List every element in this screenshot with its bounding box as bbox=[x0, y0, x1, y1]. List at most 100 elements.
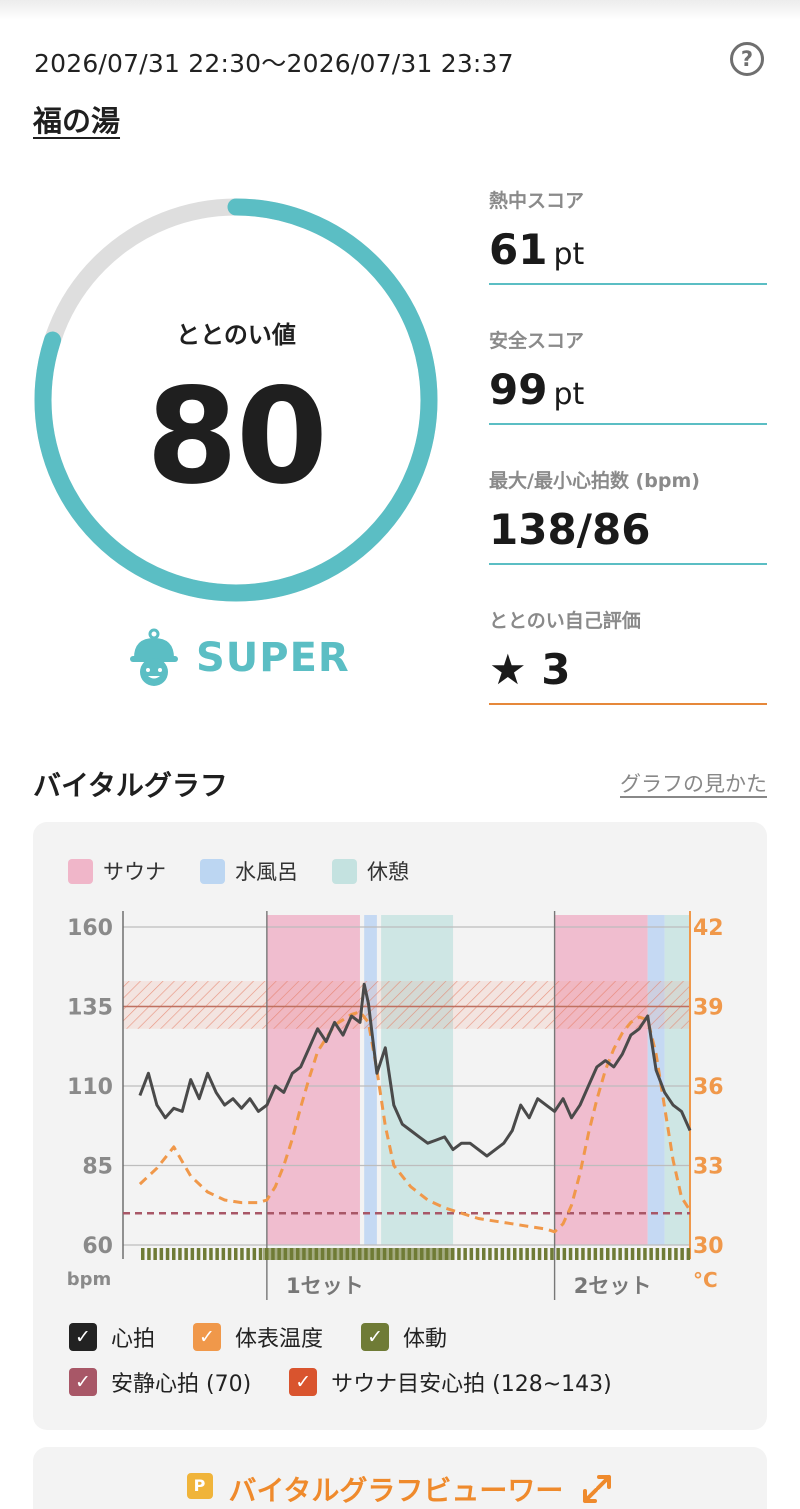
help-icon[interactable]: ? bbox=[730, 42, 764, 76]
stat-value: ★ 3 bbox=[489, 645, 571, 694]
activity-tick bbox=[624, 1248, 629, 1260]
stat-heat-score: 熱中スコア 61 pt bbox=[489, 186, 767, 285]
toggle-sauna-target-hr[interactable]: ✓ サウナ目安心拍 (128~143) bbox=[289, 1366, 612, 1398]
set-label: 2セット bbox=[574, 1274, 652, 1298]
activity-tick bbox=[190, 1248, 195, 1260]
stat-self-rating: ととのい自己評価 ★ 3 bbox=[489, 606, 767, 705]
left-axis-unit: bpm bbox=[67, 1269, 112, 1290]
activity-tick bbox=[227, 1248, 232, 1260]
top-fade bbox=[0, 0, 800, 20]
stat-label: 最大/最小心拍数 (bpm) bbox=[489, 470, 700, 492]
legend-water-bath: 水風呂 bbox=[200, 856, 298, 886]
vital-graph-title: バイタルグラフ bbox=[33, 769, 228, 802]
vital-graph-viewer-button[interactable]: P バイタルグラフビューワー bbox=[33, 1447, 767, 1509]
phase-band-rest bbox=[381, 915, 454, 1245]
phase-band-sauna bbox=[266, 915, 360, 1245]
activity-tick bbox=[147, 1248, 151, 1260]
activity-tick bbox=[661, 1248, 666, 1260]
activity-tick bbox=[519, 1248, 523, 1260]
left-tick-label: 60 bbox=[82, 1234, 113, 1259]
graph-howto-link[interactable]: グラフの見かた bbox=[620, 768, 767, 798]
activity-tick bbox=[637, 1248, 641, 1260]
activity-tick bbox=[575, 1248, 579, 1260]
activity-tick bbox=[463, 1248, 467, 1260]
activity-tick bbox=[568, 1248, 573, 1260]
checkbox-checked-icon[interactable]: ✓ bbox=[69, 1323, 97, 1351]
checkbox-checked-icon[interactable]: ✓ bbox=[69, 1368, 97, 1396]
phase-band-water bbox=[364, 915, 377, 1245]
legend-swatch bbox=[332, 858, 357, 884]
left-tick-label: 85 bbox=[82, 1155, 113, 1180]
checkbox-checked-icon[interactable]: ✓ bbox=[289, 1368, 318, 1396]
activity-tick bbox=[593, 1248, 598, 1260]
activity-tick bbox=[674, 1248, 678, 1260]
activity-tick bbox=[469, 1248, 474, 1260]
helmet-mascot-icon bbox=[130, 628, 178, 686]
legend-swatch bbox=[68, 858, 93, 884]
activity-tick bbox=[215, 1248, 219, 1260]
stat-value: 138/86 bbox=[489, 505, 651, 554]
legend-sauna: サウナ bbox=[68, 856, 166, 886]
activity-tick bbox=[618, 1248, 622, 1260]
activity-tick bbox=[178, 1248, 182, 1260]
rank-badge: SUPER bbox=[128, 628, 350, 688]
vital-chart: 1セット 2セット 160 135 110 85 60 bpm 42 39 36 33 30 °C bbox=[67, 911, 724, 1300]
toggle-resting-hr[interactable]: ✓ 安静心拍 (70) bbox=[69, 1366, 251, 1398]
activity-tick bbox=[513, 1248, 517, 1260]
activity-tick bbox=[544, 1248, 548, 1260]
facility-name-link[interactable]: 福の湯 bbox=[33, 98, 120, 140]
activity-tick bbox=[240, 1248, 244, 1260]
activity-tick bbox=[196, 1248, 201, 1260]
activity-tick bbox=[537, 1248, 542, 1260]
expand-arrows-icon bbox=[583, 1475, 612, 1503]
right-tick-label: 39 bbox=[693, 996, 724, 1021]
right-tick-label: 33 bbox=[693, 1155, 724, 1180]
rank-label: SUPER bbox=[196, 635, 350, 681]
activity-tick bbox=[606, 1248, 610, 1260]
toggle-body-movement[interactable]: ✓ 体動 bbox=[361, 1321, 447, 1353]
stat-safety-score: 安全スコア 99 pt bbox=[489, 326, 767, 425]
activity-dense bbox=[263, 1248, 453, 1260]
stat-divider bbox=[489, 703, 767, 705]
stat-label: ととのい自己評価 bbox=[489, 610, 641, 632]
phase-legend: サウナ 水風呂 休憩 bbox=[68, 856, 409, 886]
toggle-skin-temperature[interactable]: ✓ 体表温度 bbox=[193, 1321, 323, 1353]
session-date-range: 2026/07/31 22:30～2026/07/31 23:37 bbox=[34, 49, 514, 78]
checkbox-checked-icon[interactable]: ✓ bbox=[361, 1323, 390, 1351]
activity-tick bbox=[668, 1248, 672, 1260]
activity-tick bbox=[153, 1248, 157, 1260]
activity-tick bbox=[494, 1248, 498, 1260]
activity-tick bbox=[141, 1248, 145, 1260]
activity-tick bbox=[643, 1248, 647, 1260]
activity-tick bbox=[252, 1248, 257, 1260]
left-tick-label: 135 bbox=[67, 996, 113, 1021]
activity-tick bbox=[221, 1248, 226, 1260]
stat-value: 99 pt bbox=[489, 365, 585, 414]
viewer-label: バイタルグラフビューワー bbox=[228, 1474, 564, 1507]
right-tick-label: 36 bbox=[693, 1075, 724, 1100]
activity-tick bbox=[655, 1248, 660, 1260]
left-tick-label: 110 bbox=[67, 1075, 113, 1100]
checkbox-row-2: ✓ 安静心拍 (70) ✓ サウナ目安心拍 (128~143) bbox=[69, 1366, 612, 1398]
sauna-target-band-fill bbox=[123, 981, 690, 1029]
stat-divider bbox=[489, 283, 767, 285]
phase-band-rest bbox=[664, 915, 690, 1245]
toggle-heart-rate[interactable]: ✓ 心拍 bbox=[69, 1321, 155, 1353]
activity-tick bbox=[159, 1248, 164, 1260]
activity-tick bbox=[599, 1248, 604, 1260]
activity-tick bbox=[165, 1248, 170, 1260]
activity-tick bbox=[184, 1248, 188, 1260]
stat-value: 61 pt bbox=[489, 225, 585, 274]
activity-tick bbox=[234, 1248, 238, 1260]
checkbox-row-1: ✓ 心拍 ✓ 体表温度 ✓ 体動 bbox=[69, 1321, 447, 1353]
activity-tick bbox=[686, 1248, 691, 1260]
legend-rest: 休憩 bbox=[332, 856, 409, 886]
activity-tick bbox=[531, 1248, 536, 1260]
activity-tick bbox=[612, 1248, 616, 1260]
right-tick-label: 42 bbox=[693, 916, 724, 941]
activity-tick bbox=[457, 1248, 461, 1260]
checkbox-checked-icon[interactable]: ✓ bbox=[193, 1323, 222, 1351]
stat-divider bbox=[489, 423, 767, 425]
activity-tick bbox=[488, 1248, 492, 1260]
right-tick-label: 30 bbox=[693, 1234, 724, 1259]
